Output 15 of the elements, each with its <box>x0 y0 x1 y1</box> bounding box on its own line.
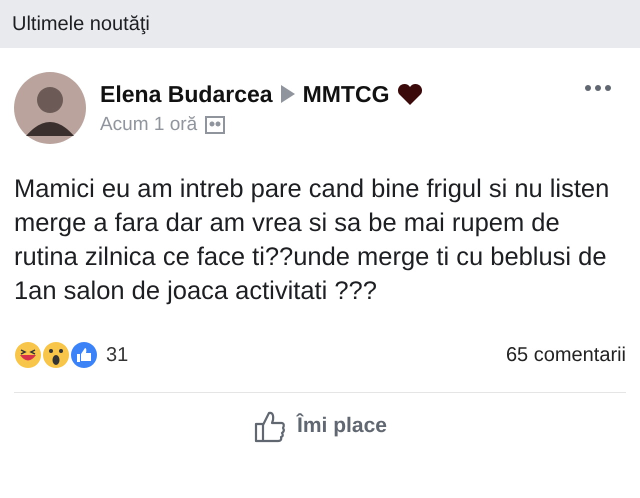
reactions-icon <box>14 340 100 370</box>
group-name[interactable]: MMTCG <box>302 80 390 108</box>
reaction-count[interactable]: 31 <box>106 344 506 366</box>
thumbs-up-icon <box>253 409 288 443</box>
comment-count[interactable]: 65 comentarii <box>506 344 626 366</box>
triangle-icon <box>280 85 295 103</box>
group-icon <box>205 116 226 134</box>
post-text: Mamici eu am intreb pare cand bine frigul si nu listen merge a fara dar am vrea si sa be mai rupem de rutina zilnica ce face ti??unde merge ti cu beblusi de 1an salon de joaca activitati ??? <box>14 174 610 307</box>
header-title: Ultimele noutăţi <box>12 12 150 36</box>
post-time: Acum 1 oră <box>100 114 198 136</box>
more-icon[interactable] <box>584 84 612 92</box>
heart-icon <box>397 83 424 105</box>
author-name[interactable]: Elena Budarcea <box>100 80 273 108</box>
avatar[interactable] <box>14 72 86 144</box>
like-button[interactable]: Îmi place <box>249 407 391 445</box>
